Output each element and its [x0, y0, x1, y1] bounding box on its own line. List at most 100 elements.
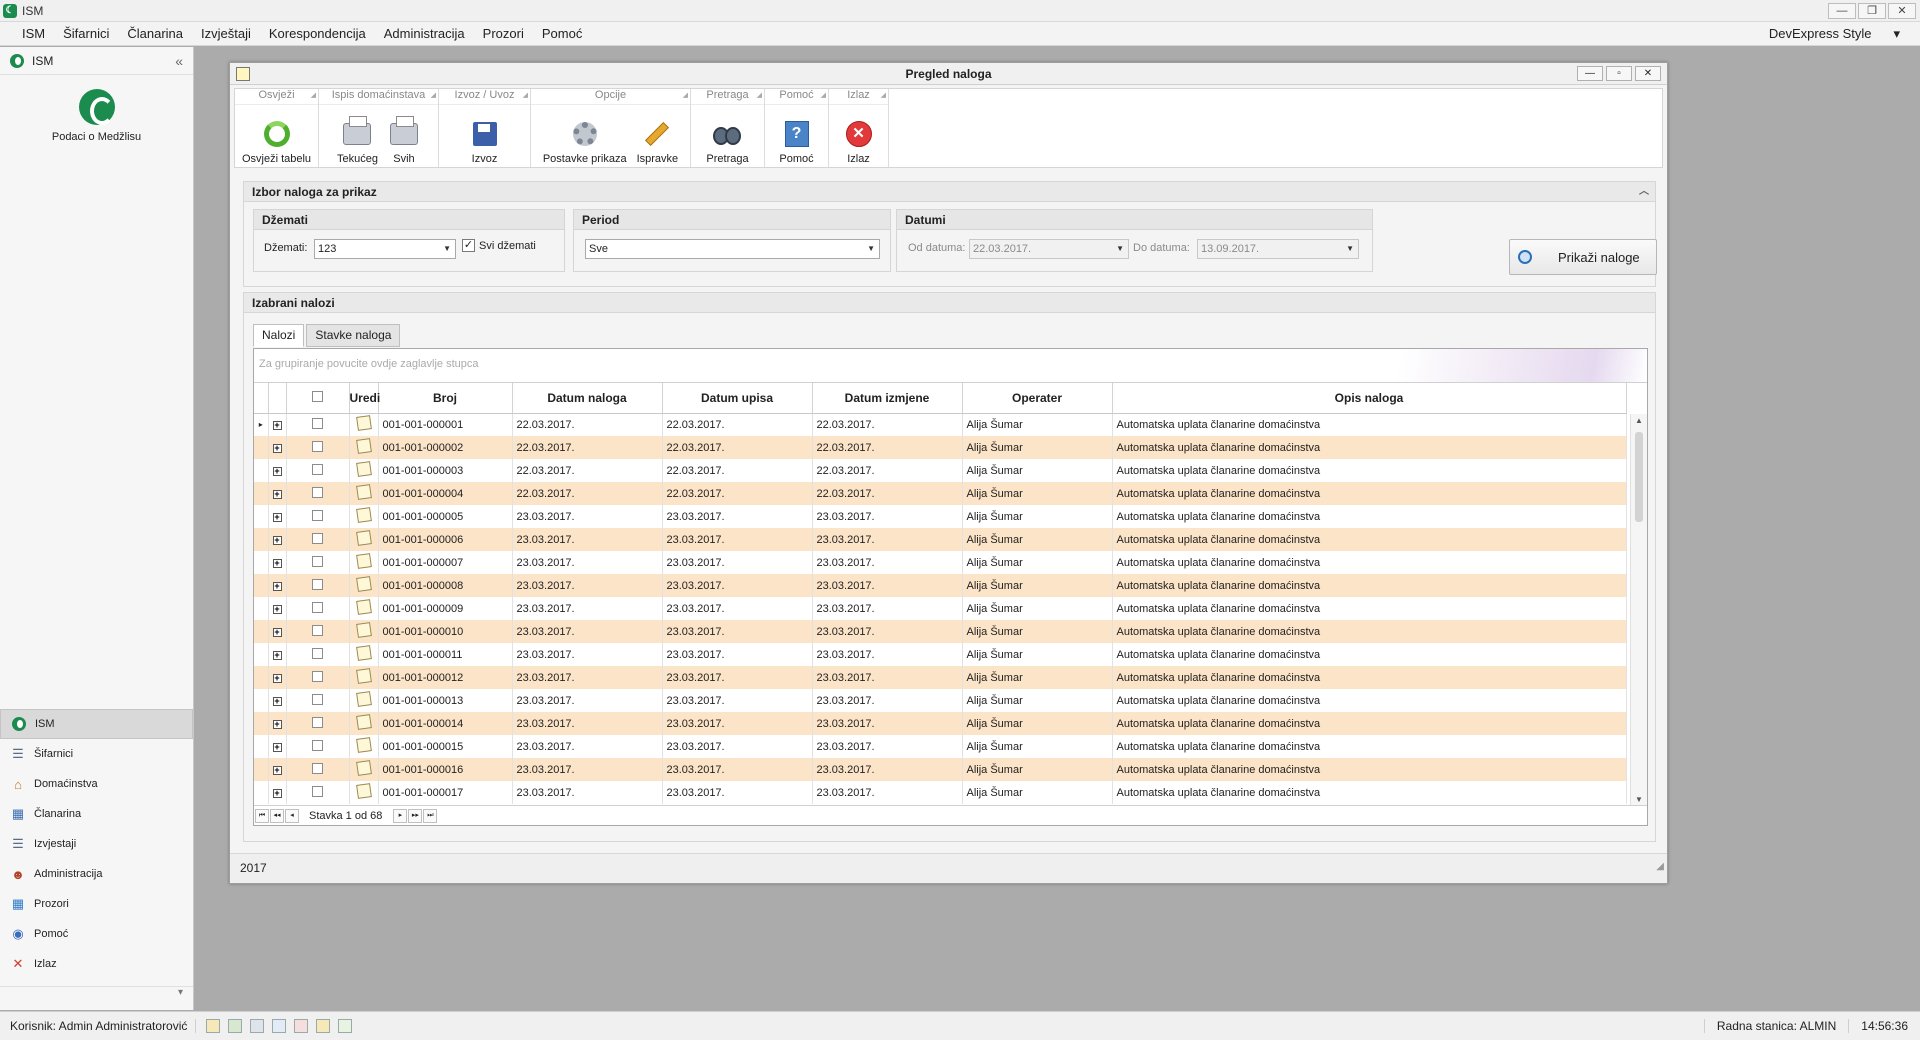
expand-row-button[interactable]: +: [268, 712, 287, 735]
menu-izvjestaji[interactable]: Izvještaji: [192, 26, 260, 41]
edit-cell[interactable]: [349, 597, 379, 620]
corrections-button[interactable]: Ispravke: [632, 119, 684, 165]
row-select-cell[interactable]: [286, 482, 350, 505]
column-header-datum-izmjene[interactable]: Datum izmjene: [812, 383, 963, 414]
edit-note-icon[interactable]: [355, 438, 372, 454]
menu-clanarina[interactable]: Članarina: [118, 26, 192, 41]
collapse-panel-icon[interactable]: ︿: [1639, 182, 1649, 202]
close-button[interactable]: ✕: [1888, 2, 1916, 19]
row-checkbox[interactable]: [312, 440, 323, 452]
next-page-button[interactable]: ▸▸: [408, 808, 423, 823]
row-checkbox[interactable]: [312, 670, 323, 682]
row-select-cell[interactable]: [286, 574, 350, 597]
edit-cell[interactable]: [349, 758, 379, 781]
edit-cell[interactable]: [349, 666, 379, 689]
edit-cell[interactable]: [349, 620, 379, 643]
row-select-cell[interactable]: [286, 781, 350, 804]
table-row[interactable]: +001-001-000014 23.03.2017. 23.03.2017. 23.…: [254, 712, 1627, 735]
edit-cell[interactable]: [349, 689, 379, 712]
edit-note-icon[interactable]: [355, 645, 372, 661]
edit-cell[interactable]: [349, 735, 379, 758]
first-record-button[interactable]: ⏮: [255, 808, 269, 823]
exit-button[interactable]: ✕ Izlaz: [838, 119, 880, 165]
to-date-field[interactable]: 13.09.2017. ▼: [1197, 239, 1359, 259]
edit-cell[interactable]: [349, 781, 379, 804]
table-row[interactable]: +001-001-000013 23.03.2017. 23.03.2017. 23.…: [254, 689, 1627, 712]
export-button[interactable]: Izvoz: [464, 119, 506, 165]
column-header-uredi[interactable]: Uredi: [349, 383, 380, 414]
menu-administracija[interactable]: Administracija: [375, 26, 474, 41]
row-select-cell[interactable]: [286, 551, 350, 574]
row-select-cell[interactable]: [286, 689, 350, 712]
expand-row-button[interactable]: +: [268, 689, 287, 712]
expand-row-button[interactable]: +: [268, 482, 287, 505]
row-select-cell[interactable]: [286, 643, 350, 666]
edit-note-icon[interactable]: [355, 668, 372, 684]
resize-grip-icon[interactable]: ◢: [1656, 853, 1664, 881]
window-close-button[interactable]: ✕: [1635, 66, 1661, 81]
print-current-button[interactable]: Tekućeg: [332, 116, 383, 165]
column-header-datum-naloga[interactable]: Datum naloga: [512, 383, 663, 414]
edit-cell[interactable]: [349, 574, 379, 597]
table-row[interactable]: +001-001-000008 23.03.2017. 23.03.2017. 23.…: [254, 574, 1627, 597]
row-checkbox[interactable]: [312, 463, 323, 475]
table-row[interactable]: +001-001-000005 23.03.2017. 23.03.2017. 23.…: [254, 505, 1627, 528]
refresh-table-button[interactable]: Osvježi tabelu: [237, 119, 316, 165]
folder-icon[interactable]: [206, 1019, 221, 1033]
table-row[interactable]: +001-001-000016 23.03.2017. 23.03.2017. 23.…: [254, 758, 1627, 781]
nav-item-pomoc[interactable]: ◉ Pomoć: [0, 919, 193, 949]
row-select-cell[interactable]: [286, 528, 350, 551]
grid-icon[interactable]: [272, 1019, 287, 1033]
row-select-cell[interactable]: [286, 666, 350, 689]
table-row[interactable]: +001-001-000009 23.03.2017. 23.03.2017. 23.…: [254, 597, 1627, 620]
row-select-cell[interactable]: [286, 620, 350, 643]
column-header-datum-upisa[interactable]: Datum upisa: [662, 383, 813, 414]
nav-item-izvjestaji[interactable]: ☰ Izvjestaji: [0, 829, 193, 859]
row-select-cell[interactable]: [286, 758, 350, 781]
column-header-select[interactable]: [286, 383, 350, 414]
menu-pomoc[interactable]: Pomoć: [533, 26, 591, 41]
show-orders-button[interactable]: Prikaži naloge: [1509, 239, 1657, 275]
minimize-button[interactable]: —: [1828, 2, 1856, 19]
expand-row-button[interactable]: +: [268, 666, 287, 689]
row-checkbox[interactable]: [312, 509, 323, 521]
edit-cell[interactable]: [349, 459, 379, 482]
row-select-cell[interactable]: [286, 505, 350, 528]
expand-row-button[interactable]: +: [268, 735, 287, 758]
notes-icon[interactable]: [316, 1019, 331, 1033]
restore-button[interactable]: ❐: [1858, 2, 1886, 19]
last-record-button[interactable]: ⏭: [423, 808, 438, 823]
previous-page-button[interactable]: ◂◂: [270, 808, 284, 823]
panel-icon[interactable]: [338, 1019, 353, 1033]
expand-row-button[interactable]: +: [268, 528, 287, 551]
table-row[interactable]: +001-001-000007 23.03.2017. 23.03.2017. 23.…: [254, 551, 1627, 574]
scroll-thumb[interactable]: [1635, 432, 1643, 522]
expand-row-button[interactable]: +: [268, 758, 287, 781]
tab-stavke-naloga[interactable]: Stavke naloga: [306, 324, 401, 347]
edit-note-icon[interactable]: [355, 576, 372, 592]
menu-ism[interactable]: ISM: [0, 26, 54, 41]
table-row[interactable]: +001-001-000011 23.03.2017. 23.03.2017. 23.…: [254, 643, 1627, 666]
expand-row-button[interactable]: +: [268, 551, 287, 574]
tab-nalozi[interactable]: Nalozi: [253, 324, 305, 347]
dzemati-combo[interactable]: 123 ▼: [314, 239, 456, 259]
expand-row-button[interactable]: +: [268, 413, 287, 436]
menu-korespondencija[interactable]: Korespondencija: [260, 26, 375, 41]
table-row[interactable]: +001-001-000015 23.03.2017. 23.03.2017. 23.…: [254, 735, 1627, 758]
row-checkbox[interactable]: [312, 693, 323, 705]
row-select-cell[interactable]: [286, 735, 350, 758]
row-select-cell[interactable]: [286, 459, 350, 482]
nav-item-sifarnici[interactable]: ☰ Šifarnici: [0, 739, 193, 769]
row-checkbox[interactable]: [312, 486, 323, 498]
edit-note-icon[interactable]: [355, 599, 372, 615]
edit-note-icon[interactable]: [355, 691, 372, 707]
vertical-scrollbar[interactable]: ▲ ▼: [1630, 414, 1647, 806]
row-checkbox[interactable]: [312, 716, 323, 728]
column-header-operater[interactable]: Operater: [962, 383, 1113, 414]
expand-row-button[interactable]: +: [268, 597, 287, 620]
expand-row-button[interactable]: +: [268, 781, 287, 804]
edit-note-icon[interactable]: [355, 760, 372, 776]
select-all-checkbox[interactable]: [312, 390, 323, 402]
window-restore-button[interactable]: ▫: [1606, 66, 1632, 81]
edit-cell[interactable]: [349, 413, 379, 436]
